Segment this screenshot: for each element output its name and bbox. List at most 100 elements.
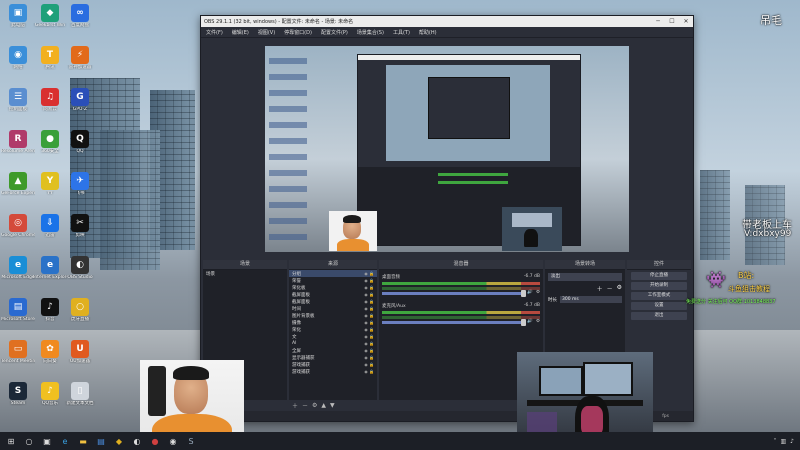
visibility-lock-icon[interactable]: ◉ 🔒 — [364, 362, 374, 367]
exit-button[interactable]: 退出 — [631, 312, 687, 320]
desktop-icon[interactable]: ☰ 控制面板 — [1, 88, 35, 112]
desktop-icon[interactable]: ▭ Tencent Meeting — [1, 340, 35, 364]
source-item[interactable]: 荣誉 ◉ 🔒 — [289, 277, 377, 284]
menu-docks[interactable]: 停靠窗口(D) — [284, 29, 312, 36]
menu-tools[interactable]: 工具(T) — [393, 29, 410, 36]
desktop-icon[interactable]: ◉ 网络 — [1, 46, 35, 70]
move-down-icon[interactable]: ▼ — [330, 402, 335, 409]
gear-icon[interactable]: ⚙ — [536, 290, 540, 295]
visibility-lock-icon[interactable]: ◉ 🔒 — [364, 285, 374, 290]
chevron-up-icon[interactable]: ˄ — [773, 438, 776, 445]
visibility-lock-icon[interactable]: ◉ 🔒 — [364, 327, 374, 332]
desktop-icon[interactable]: R Resolume Arena — [1, 130, 35, 154]
task-view-icon[interactable]: ▣ — [40, 435, 54, 447]
menu-edit[interactable]: 编辑(E) — [232, 29, 249, 36]
source-item[interactable]: 游戏捕获 ◉ 🔒 — [289, 361, 377, 368]
visibility-lock-icon[interactable]: ◉ 🔒 — [364, 271, 374, 276]
gear-icon[interactable]: ⚙ — [617, 284, 622, 293]
visibility-lock-icon[interactable]: ◉ 🔒 — [364, 355, 374, 360]
source-item[interactable]: 全屏 ◉ 🔒 — [289, 347, 377, 354]
maximize-icon[interactable]: ☐ — [665, 18, 679, 25]
menu-view[interactable]: 视图(V) — [258, 29, 275, 36]
visibility-lock-icon[interactable]: ◉ 🔒 — [364, 341, 374, 346]
menu-scene-collection[interactable]: 场景集合(S) — [357, 29, 384, 36]
transition-type-select[interactable]: 淡出 — [548, 273, 622, 281]
source-item[interactable]: 截屏面板 ◉ 🔒 — [289, 291, 377, 298]
remove-icon[interactable]: － — [302, 401, 308, 410]
minimize-icon[interactable]: ─ — [651, 18, 665, 25]
menu-file[interactable]: 文件(F) — [206, 29, 223, 36]
store-taskbar-icon[interactable]: ▤ — [94, 435, 108, 447]
start-recording-button[interactable]: 开始录制 — [631, 282, 687, 290]
stop-streaming-button[interactable]: 停止直播 — [631, 272, 687, 280]
desktop-icon[interactable]: ◆ Geekbrst Win — [33, 4, 67, 28]
visibility-lock-icon[interactable]: ◉ 🔒 — [364, 334, 374, 339]
desktop-icon[interactable]: Q QQ — [63, 130, 97, 154]
source-item[interactable]: 文 ◉ 🔒 — [289, 333, 377, 340]
network-icon[interactable]: ▥ — [780, 438, 786, 445]
visibility-lock-icon[interactable]: ◉ 🔒 — [364, 278, 374, 283]
obs-preview[interactable] — [265, 46, 629, 252]
gear-icon[interactable]: ⚙ — [536, 319, 540, 324]
desktop-icon[interactable]: ✂ 剪映 — [63, 214, 97, 238]
desktop-icon[interactable]: G GPU-Z — [63, 88, 97, 112]
source-item[interactable]: 分组 ◉ 🔒 — [289, 270, 377, 277]
desktop-icon[interactable]: ♫ 网易云 — [33, 88, 67, 112]
speaker-icon[interactable]: 🔊 — [527, 319, 533, 324]
desktop-icon[interactable]: ▲GeForce Experience — [1, 172, 35, 196]
desktop-icon[interactable]: S Steam — [1, 382, 35, 406]
remove-icon[interactable]: － — [607, 284, 613, 293]
search-icon[interactable]: ○ — [22, 435, 36, 447]
desktop-icon[interactable]: ⇩ 迅雷 — [33, 214, 67, 238]
source-item[interactable]: 显示器捕获 ◉ 🔒 — [289, 354, 377, 361]
desktop-icon[interactable]: U UU加速器 — [63, 340, 97, 364]
source-item[interactable]: 游戏捕获 ◉ 🔒 — [289, 368, 377, 375]
edge-taskbar-icon[interactable]: e — [58, 435, 72, 447]
desktop-icon[interactable]: ♪ QQ音乐 — [33, 382, 67, 406]
speaker-icon[interactable]: 🔊 — [527, 290, 533, 295]
visibility-lock-icon[interactable]: ◉ 🔒 — [364, 313, 374, 318]
desktop-icon[interactable]: ◐ OBS Studio — [63, 256, 97, 280]
desktop-icon[interactable]: ⚡ 雷神加速器 — [63, 46, 97, 70]
visibility-lock-icon[interactable]: ◉ 🔒 — [364, 348, 374, 353]
desktop-icon[interactable]: ▤ Microsoft Store — [1, 298, 35, 322]
duration-input[interactable]: 300 ms — [560, 296, 622, 303]
steam-taskbar-icon[interactable]: S — [184, 435, 198, 447]
visibility-lock-icon[interactable]: ◉ 🔒 — [364, 369, 374, 374]
obs-taskbar-icon[interactable]: ◐ — [130, 435, 144, 447]
desktop-icon[interactable]: ✿ 向日葵 — [33, 340, 67, 364]
desktop-icon[interactable]: ▯ 新建文本文档 — [63, 382, 97, 406]
desktop-icon[interactable]: Y YY — [33, 172, 67, 196]
visibility-lock-icon[interactable]: ◉ 🔒 — [364, 306, 374, 311]
add-icon[interactable]: ＋ — [597, 284, 603, 293]
desktop-icon[interactable]: T 腾讯 — [33, 46, 67, 70]
gear-icon[interactable]: ⚙ — [312, 402, 317, 409]
app-taskbar-icon[interactable]: ● — [148, 435, 162, 447]
source-item[interactable]: 荣化板 ◉ 🔒 — [289, 284, 377, 291]
visibility-lock-icon[interactable]: ◉ 🔒 — [364, 320, 374, 325]
volume-slider[interactable] — [382, 319, 527, 326]
desktop-icon[interactable]: ♪ 抖音 — [33, 298, 67, 322]
desktop-icon[interactable]: ▣ 此电脑 — [1, 4, 35, 28]
source-item[interactable]: 荣化 ◉ 🔒 — [289, 326, 377, 333]
visibility-lock-icon[interactable]: ◉ 🔒 — [364, 292, 374, 297]
settings-button[interactable]: 设置 — [631, 302, 687, 310]
app-taskbar-icon[interactable]: ◉ — [166, 435, 180, 447]
desktop-icon[interactable]: eInternet Explorer — [33, 256, 67, 280]
source-item[interactable]: 图片背景板 ◉ 🔒 — [289, 312, 377, 319]
scene-item[interactable]: 场景 — [203, 270, 287, 277]
add-icon[interactable]: ＋ — [292, 401, 298, 410]
source-item[interactable]: 摄像 ◉ 🔒 — [289, 319, 377, 326]
close-icon[interactable]: ✕ — [679, 18, 693, 25]
menu-profile[interactable]: 配置文件(P) — [321, 29, 348, 36]
app-taskbar-icon[interactable]: ◆ — [112, 435, 126, 447]
source-item[interactable]: 截屏面板 ◉ 🔒 — [289, 298, 377, 305]
visibility-lock-icon[interactable]: ◉ 🔒 — [364, 299, 374, 304]
volume-icon[interactable]: ♪ — [790, 438, 794, 445]
source-item[interactable]: AI ◉ 🔒 — [289, 340, 377, 347]
desktop-icon[interactable]: ◎ Google Chrome — [1, 214, 35, 238]
explorer-taskbar-icon[interactable]: ▬ — [76, 435, 90, 447]
desktop-icon[interactable]: ✈ 飞书 — [63, 172, 97, 196]
desktop-icon[interactable]: e Microsoft Edge — [1, 256, 35, 280]
volume-slider[interactable] — [382, 290, 527, 297]
